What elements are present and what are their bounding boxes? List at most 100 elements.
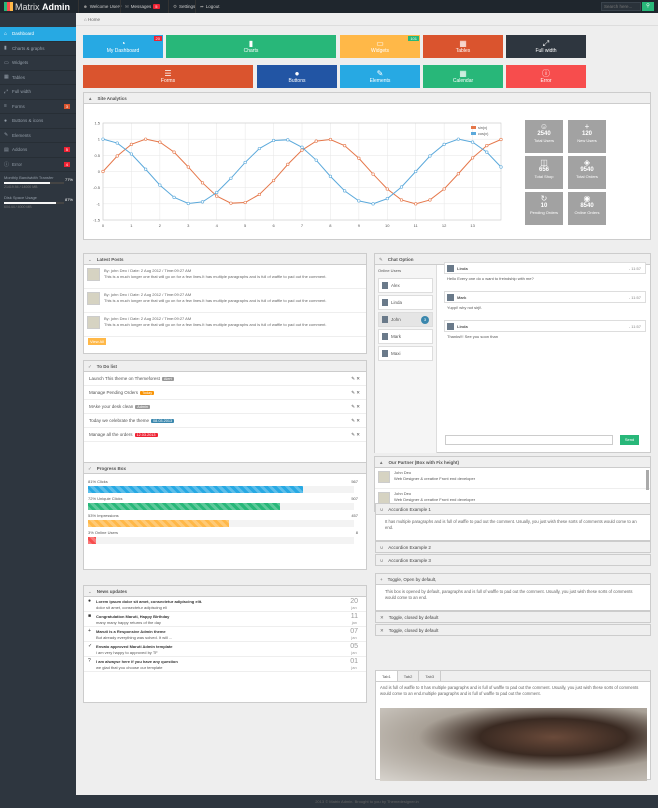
data-point[interactable] — [215, 190, 219, 195]
data-point[interactable] — [328, 137, 333, 142]
send-button[interactable]: Send — [620, 435, 639, 445]
data-point[interactable] — [215, 194, 219, 198]
data-point[interactable] — [414, 202, 418, 206]
quick-button-buttons[interactable]: ● Buttons — [257, 65, 337, 88]
chat-user-maxi[interactable]: Maxi — [378, 346, 433, 361]
toggle-open-header[interactable]: + Toggle, Open by default, — [375, 573, 651, 585]
sidebar-item-elements[interactable]: ✎ Elements — [0, 129, 76, 143]
data-point[interactable] — [200, 181, 205, 185]
data-point[interactable] — [385, 197, 389, 201]
accordion-header-3[interactable]: ∪ Accordion Example 3 — [375, 554, 651, 566]
chat-user-alex[interactable]: Alex — [378, 278, 433, 293]
sidebar-item-buttons-icons[interactable]: ● Buttons & icons — [0, 114, 76, 129]
data-point[interactable] — [129, 142, 134, 146]
sidebar-item-forms[interactable]: ≡ Forms 3 — [0, 100, 76, 114]
sidebar-item-dashboard[interactable]: ⌂ Dashboard — [0, 27, 76, 42]
accordion-header-1[interactable]: ∪ Accordion Example 1 — [375, 503, 651, 515]
search-button[interactable]: ⚲ — [642, 2, 654, 11]
data-point[interactable] — [243, 160, 247, 165]
data-point[interactable] — [158, 140, 162, 144]
data-point[interactable] — [314, 158, 318, 162]
data-point[interactable] — [328, 174, 333, 178]
chat-user-linda[interactable]: Linda — [378, 295, 433, 310]
data-point[interactable] — [485, 150, 489, 154]
data-point[interactable] — [286, 162, 290, 166]
data-point[interactable] — [442, 142, 446, 146]
stat-tile-total-orders[interactable]: ◈ 9540 Total Orders — [568, 156, 606, 189]
data-point[interactable] — [172, 195, 176, 199]
data-point[interactable] — [456, 137, 460, 141]
quick-button-charts[interactable]: ▮ Charts — [166, 35, 336, 58]
data-point[interactable] — [172, 150, 176, 154]
data-point[interactable] — [485, 144, 489, 148]
news-item[interactable]: ● Lorem ipsum dolor sit amet, consectetur… — [84, 597, 366, 612]
sidebar-item-addons[interactable]: ▤ Addons 5 — [0, 143, 76, 158]
news-item[interactable]: + Maruti is a Responsive Admin theme But a… — [84, 627, 366, 642]
data-point[interactable] — [300, 148, 304, 152]
data-point[interactable] — [243, 200, 247, 205]
close-icon[interactable]: ✕ — [356, 404, 360, 409]
sidebar-item-tables[interactable]: ▦ Tables — [0, 71, 76, 85]
data-point[interactable] — [229, 176, 233, 180]
tab-tab1[interactable]: Tab1 — [376, 671, 398, 681]
data-point[interactable] — [158, 183, 162, 187]
data-point[interactable] — [371, 172, 375, 176]
data-point[interactable] — [101, 137, 105, 141]
data-point[interactable] — [357, 156, 361, 160]
chat-user-john[interactable]: John 3 — [378, 312, 433, 327]
data-point[interactable] — [456, 172, 460, 176]
toggle-closed-header[interactable]: ✕ Toggle, closed by default — [375, 624, 651, 636]
sidebar-item-widgets[interactable]: ▭ Widgets — [0, 56, 76, 71]
data-point[interactable] — [314, 139, 318, 143]
chat-message-input[interactable] — [445, 435, 613, 445]
close-icon[interactable]: ✕ — [356, 432, 360, 437]
data-point[interactable] — [499, 137, 503, 142]
data-point[interactable] — [343, 189, 347, 193]
stat-tile-total-users[interactable]: ☺ 2540 Total Users — [525, 120, 563, 153]
quick-button-elements[interactable]: ✎ Elements — [340, 65, 420, 88]
quick-button-tables[interactable]: ▦ Tables — [423, 35, 503, 58]
chevron-down-icon[interactable]: ⌄ — [88, 589, 92, 594]
data-point[interactable] — [357, 199, 361, 203]
data-point[interactable] — [101, 169, 105, 174]
data-point[interactable] — [200, 200, 205, 204]
sidebar-item-error[interactable]: ⓘ Error 4 — [0, 158, 76, 172]
chevron-down-icon[interactable]: ⌄ — [88, 257, 92, 262]
data-point[interactable] — [257, 146, 261, 151]
stat-tile-online-orders[interactable]: ◉ 8540 Online Orders — [568, 192, 606, 225]
data-point[interactable] — [385, 187, 389, 191]
stat-tile-pending-orders[interactable]: ↻ 10 Pending Orders — [525, 192, 563, 225]
data-point[interactable] — [115, 154, 119, 158]
data-point[interactable] — [442, 187, 446, 191]
data-point[interactable] — [186, 165, 190, 169]
data-point[interactable] — [144, 137, 148, 141]
data-point[interactable] — [144, 167, 148, 171]
view-all-button[interactable]: View All — [88, 338, 106, 345]
data-point[interactable] — [115, 141, 119, 145]
news-item[interactable]: ? I am alwayse here if you have any quest… — [84, 657, 366, 672]
data-point[interactable] — [428, 198, 432, 202]
messages-menu[interactable]: ✉ Messages 5 — [120, 0, 164, 13]
welcome-user-menu[interactable]: ☻ Welcome User ▾ — [78, 0, 125, 13]
close-icon[interactable]: ✕ — [356, 418, 360, 423]
data-point[interactable] — [129, 152, 134, 156]
logout-link[interactable]: ➦ Logout — [195, 0, 224, 13]
data-point[interactable] — [229, 201, 233, 205]
data-point[interactable] — [470, 140, 475, 144]
quick-button-widgets[interactable]: ▭ Widgets 101 — [340, 35, 420, 58]
stat-tile-total-shop[interactable]: ◫ 656 Total Shop — [525, 156, 563, 189]
data-point[interactable] — [271, 138, 276, 143]
stat-tile-new-users[interactable]: +120 New Users — [568, 120, 606, 153]
sidebar-item-full-width[interactable]: ⤢ Full width — [0, 85, 76, 100]
search-input[interactable] — [601, 2, 641, 11]
data-point[interactable] — [257, 192, 261, 197]
quick-button-calendar[interactable]: ▦ Calendar — [423, 65, 503, 88]
data-point[interactable] — [414, 169, 418, 174]
tab-tab3[interactable]: Tab3 — [419, 671, 442, 681]
chat-user-mark[interactable]: Mark — [378, 329, 433, 344]
data-point[interactable] — [286, 138, 290, 142]
quick-button-forms[interactable]: ☰ Forms — [83, 65, 253, 88]
breadcrumb-home[interactable]: Home — [88, 17, 100, 22]
data-point[interactable] — [470, 156, 475, 160]
toggle-closed-header[interactable]: ✕ Toggle, closed by default — [375, 611, 651, 623]
